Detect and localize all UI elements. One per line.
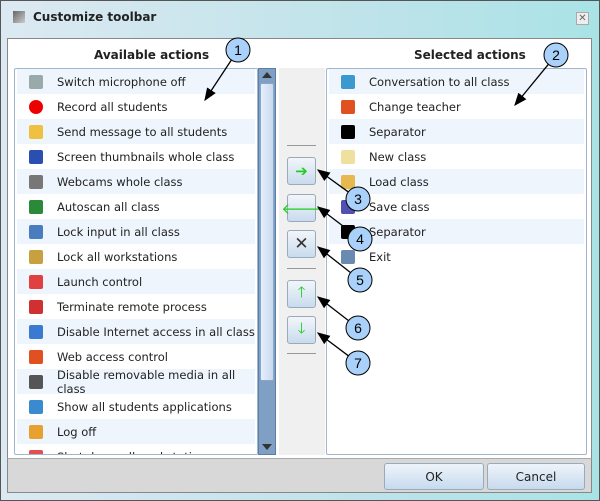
callout-arrow bbox=[204, 59, 232, 102]
callout-number: 5 bbox=[356, 272, 364, 288]
callout-arrow bbox=[316, 169, 349, 193]
callout-number: 7 bbox=[354, 355, 362, 371]
callout-overlay: 1 2 3 4 5 6 7 bbox=[204, 37, 569, 376]
callout-arrow bbox=[316, 206, 351, 233]
callout-number: 6 bbox=[354, 320, 362, 336]
callout-number: 4 bbox=[356, 231, 364, 247]
callout-number: 3 bbox=[354, 191, 362, 207]
callout-number: 2 bbox=[552, 47, 560, 63]
callout-arrow bbox=[316, 332, 349, 357]
callout-arrow bbox=[316, 296, 349, 322]
callout-number: 1 bbox=[234, 42, 242, 58]
callout-arrow bbox=[316, 246, 351, 274]
callout-arrow bbox=[514, 63, 549, 107]
